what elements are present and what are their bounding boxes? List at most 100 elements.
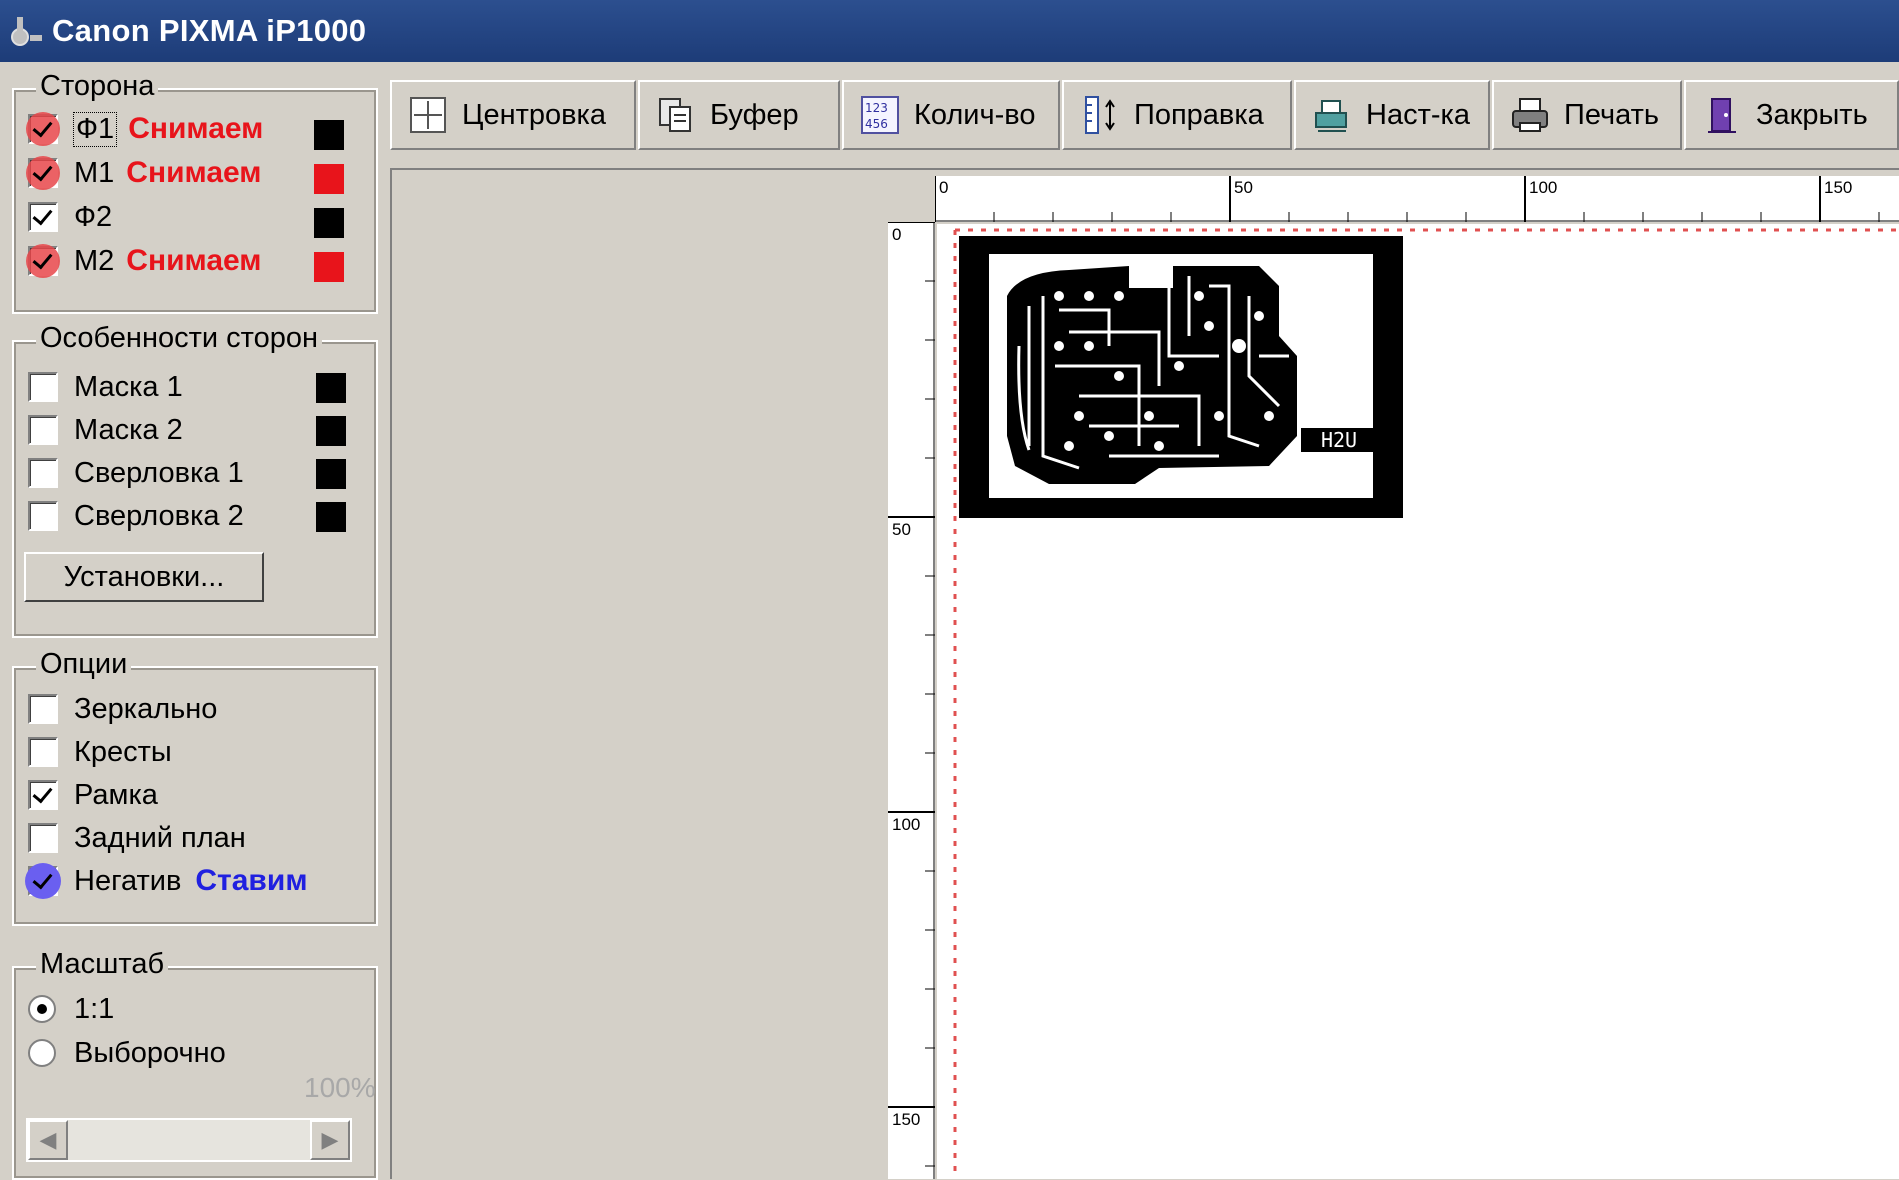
mask2-label: Маска 2: [74, 413, 183, 446]
side-group: Сторона Ф1 Снимаем М1 Снимаем Ф2 М2 Сним…: [12, 68, 378, 314]
settings-button[interactable]: Установки...: [24, 552, 264, 602]
crosses-label: Кресты: [74, 735, 172, 768]
background-label: Задний план: [74, 821, 246, 854]
option-crosses[interactable]: Кресты: [28, 733, 172, 771]
scroll-left-arrow-icon[interactable]: ◀: [28, 1120, 68, 1160]
left-ruler-ticks: [888, 222, 935, 1179]
correction-icon: [1085, 96, 1115, 134]
red-mark-icon: [26, 112, 60, 146]
side-item-f2[interactable]: Ф2: [28, 198, 112, 236]
side-m1-note: Снимаем: [126, 156, 262, 189]
top-ruler: 0 50 100 150: [935, 176, 1899, 222]
scale-option-custom[interactable]: Выборочно: [28, 1034, 226, 1072]
pcb-label: H2U: [1321, 428, 1357, 452]
scale-1to1-radio[interactable]: [28, 995, 56, 1023]
feature-item-drill1[interactable]: Сверловка 1: [28, 454, 244, 492]
title-bar: Canon PIXMA iP1000: [0, 0, 1899, 62]
option-mirror[interactable]: Зеркально: [28, 690, 217, 728]
scale-custom-radio[interactable]: [28, 1039, 56, 1067]
feature-item-mask1[interactable]: Маска 1: [28, 368, 183, 406]
mask1-checkbox[interactable]: [28, 372, 58, 402]
option-negative[interactable]: Негатив Ставим: [25, 862, 308, 900]
mirror-checkbox[interactable]: [28, 694, 58, 724]
side-f1-label: Ф1: [72, 111, 118, 147]
side-f1-note: Снимаем: [128, 112, 264, 145]
side-item-f1[interactable]: Ф1 Снимаем: [26, 110, 264, 148]
side-item-m2[interactable]: М2 Снимаем: [26, 242, 262, 280]
svg-text:123: 123: [865, 101, 888, 115]
left-ruler-label-100: 100: [892, 815, 921, 834]
printer-setup-button[interactable]: Наст-ка: [1294, 80, 1490, 150]
mask2-color-swatch[interactable]: [316, 416, 346, 446]
left-ruler-label-150: 150: [892, 1110, 921, 1129]
close-button[interactable]: Закрыть: [1684, 80, 1899, 150]
red-mark-icon: [26, 156, 60, 190]
app-icon: [11, 17, 42, 46]
drill1-color-swatch[interactable]: [316, 459, 346, 489]
left-ruler-label-50: 50: [892, 520, 911, 539]
center-button[interactable]: Центровка: [390, 80, 636, 150]
mask2-checkbox[interactable]: [28, 415, 58, 445]
printer-icon: [1512, 98, 1548, 132]
scale-option-1to1[interactable]: 1:1: [28, 990, 114, 1028]
side-f2-label: Ф2: [74, 200, 113, 233]
negative-checkbox[interactable]: [25, 863, 61, 899]
drill1-checkbox[interactable]: [28, 458, 58, 488]
printer-setup-icon: [1315, 100, 1347, 132]
print-page[interactable]: H2U: [937, 224, 1899, 1179]
print-button-label: Печать: [1564, 98, 1660, 131]
background-checkbox[interactable]: [28, 823, 58, 853]
print-button[interactable]: Печать: [1492, 80, 1682, 150]
left-ruler-label-0: 0: [892, 225, 902, 244]
crosses-checkbox[interactable]: [28, 737, 58, 767]
quantity-button-label: Колич-во: [914, 98, 1036, 131]
scroll-right-arrow-icon[interactable]: ▶: [310, 1120, 350, 1160]
side-f1-checkbox[interactable]: [26, 112, 60, 146]
clipboard-button-label: Буфер: [710, 98, 799, 131]
scale-scrollbar[interactable]: ◀ ▶: [26, 1118, 352, 1162]
top-ruler-ticks: [935, 176, 1899, 222]
option-background[interactable]: Задний план: [28, 819, 246, 857]
side-group-title: Сторона: [36, 68, 159, 104]
feature-item-drill2[interactable]: Сверловка 2: [28, 497, 244, 535]
features-group: Особенности сторон Маска 1 Маска 2 Сверл…: [12, 320, 378, 638]
negative-label: Негатив: [74, 864, 182, 897]
blue-mark-icon: [25, 863, 61, 899]
frame-checkbox[interactable]: [28, 780, 58, 810]
drill2-color-swatch[interactable]: [316, 502, 346, 532]
mask1-label: Маска 1: [74, 370, 183, 403]
features-group-title: Особенности сторон: [36, 320, 322, 356]
side-m1-label: М1: [74, 156, 115, 189]
quantity-button[interactable]: 123 456 Колич-во: [842, 80, 1060, 150]
toolbar: Центровка Буфер 123 456 Колич-во Поправк…: [390, 80, 1899, 152]
side-m1-checkbox[interactable]: [26, 156, 60, 190]
correction-button-label: Поправка: [1134, 98, 1264, 131]
correction-button[interactable]: Поправка: [1062, 80, 1292, 150]
side-item-m1[interactable]: М1 Снимаем: [26, 154, 262, 192]
side-m2-checkbox[interactable]: [26, 244, 60, 278]
side-f1-color-swatch[interactable]: [314, 120, 344, 150]
drill2-checkbox[interactable]: [28, 501, 58, 531]
options-group: Опции Зеркально Кресты Рамка Задний план…: [12, 646, 378, 926]
red-mark-icon: [26, 244, 60, 278]
center-button-label: Центровка: [462, 98, 606, 131]
feature-item-mask2[interactable]: Маска 2: [28, 411, 183, 449]
clipboard-button[interactable]: Буфер: [638, 80, 840, 150]
side-f2-color-swatch[interactable]: [314, 208, 344, 238]
mask1-color-swatch[interactable]: [316, 373, 346, 403]
drill2-label: Сверловка 2: [74, 499, 244, 532]
negative-note: Ставим: [195, 864, 308, 897]
left-ruler: 0 50 100 150: [888, 222, 935, 1179]
side-f2-checkbox[interactable]: [28, 202, 58, 232]
side-m2-note: Снимаем: [126, 244, 262, 277]
left-panel: Сторона Ф1 Снимаем М1 Снимаем Ф2 М2 Сним…: [0, 62, 384, 1180]
pcb-preview[interactable]: H2U: [959, 236, 1403, 518]
option-frame[interactable]: Рамка: [28, 776, 158, 814]
top-ruler-label-0: 0: [939, 178, 949, 197]
top-ruler-label-100: 100: [1529, 178, 1558, 197]
quantity-icon: 123 456: [861, 96, 899, 134]
scale-custom-label: Выборочно: [74, 1036, 226, 1069]
side-m1-color-swatch[interactable]: [314, 164, 344, 194]
side-m2-color-swatch[interactable]: [314, 252, 344, 282]
scale-1to1-label: 1:1: [74, 992, 115, 1025]
